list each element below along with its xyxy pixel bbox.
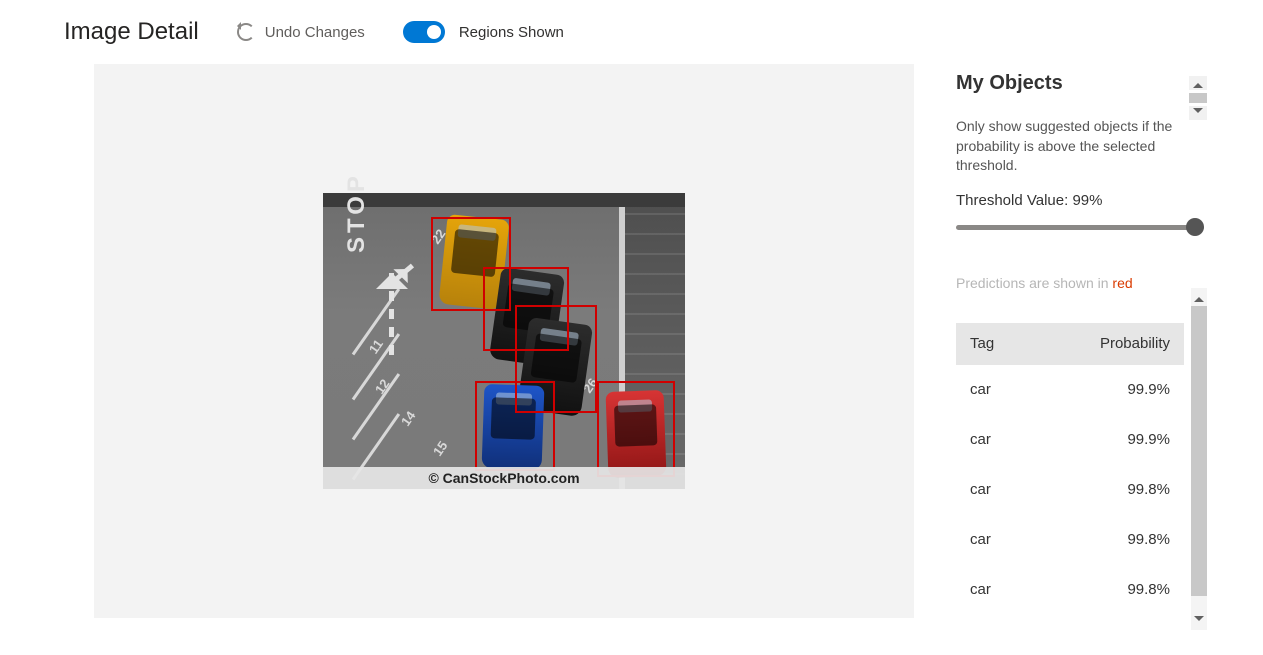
detection-box[interactable] <box>597 381 675 477</box>
cell-tag: car <box>970 531 1127 548</box>
parking-topbar <box>323 193 685 207</box>
table-row[interactable]: car 99.8% <box>956 515 1184 565</box>
threshold-label: Threshold Value: 99% <box>956 192 1212 209</box>
cell-tag: car <box>970 481 1127 498</box>
detection-box[interactable] <box>475 381 555 471</box>
slider-thumb[interactable] <box>1186 218 1204 236</box>
threshold-slider[interactable] <box>956 219 1204 235</box>
page-title: Image Detail <box>64 18 199 46</box>
regions-shown-label: Regions Shown <box>459 24 564 41</box>
cell-prob: 99.9% <box>1127 381 1170 398</box>
table-row[interactable]: car 99.8% <box>956 465 1184 515</box>
regions-shown-group: Regions Shown <box>403 21 564 43</box>
predictions-hint-text: Predictions are shown in <box>956 275 1112 291</box>
cell-prob: 99.8% <box>1127 581 1170 598</box>
col-tag: Tag <box>970 335 1100 352</box>
table-row[interactable]: car 99.9% <box>956 415 1184 465</box>
image-watermark: © CanStockPhoto.com <box>323 467 685 489</box>
predictions-hint-red: red <box>1112 275 1132 291</box>
col-probability: Probability <box>1100 335 1170 352</box>
cell-prob: 99.8% <box>1127 481 1170 498</box>
scroll-up-button[interactable] <box>1191 288 1207 306</box>
regions-shown-toggle[interactable] <box>403 21 445 43</box>
undo-label: Undo Changes <box>265 24 365 41</box>
threshold-label-prefix: Threshold Value: <box>956 192 1072 209</box>
predictions-hint: Predictions are shown in red <box>956 275 1212 295</box>
predictions-table: Tag Probability car 99.9% car 99.9% car … <box>956 323 1184 615</box>
slider-track <box>956 225 1204 230</box>
annotated-image[interactable]: 22 11 12 14 15 26 STOP © CanStockPhoto.c… <box>323 193 685 489</box>
table-scrollbar[interactable] <box>1191 288 1207 630</box>
image-canvas-area[interactable]: 22 11 12 14 15 26 STOP © CanStockPhoto.c… <box>94 64 914 618</box>
stop-marking: STOP <box>343 172 371 253</box>
sidebar-panel: My Objects Only show suggested objects i… <box>956 64 1212 654</box>
sidebar-description: Only show suggested objects if the proba… <box>956 117 1212 176</box>
sidebar-mini-scrollbar[interactable] <box>1189 76 1207 120</box>
cell-tag: car <box>970 581 1127 598</box>
table-row[interactable]: car 99.8% <box>956 565 1184 615</box>
scroll-down-button[interactable] <box>1189 106 1207 120</box>
header-bar: Image Detail Undo Changes Regions Shown <box>0 0 1263 64</box>
scroll-thumb[interactable] <box>1189 93 1207 103</box>
cell-tag: car <box>970 431 1127 448</box>
scroll-thumb[interactable] <box>1191 306 1207 596</box>
cell-prob: 99.9% <box>1127 431 1170 448</box>
cell-tag: car <box>970 381 1127 398</box>
undo-icon <box>237 23 255 41</box>
sidebar-title: My Objects <box>956 72 1212 95</box>
scroll-down-button[interactable] <box>1191 612 1207 630</box>
threshold-value: 99% <box>1072 192 1102 209</box>
cell-prob: 99.8% <box>1127 531 1170 548</box>
table-header: Tag Probability <box>956 323 1184 365</box>
scroll-up-button[interactable] <box>1189 76 1207 90</box>
undo-changes-button[interactable]: Undo Changes <box>237 23 365 41</box>
table-row[interactable]: car 99.9% <box>956 365 1184 415</box>
